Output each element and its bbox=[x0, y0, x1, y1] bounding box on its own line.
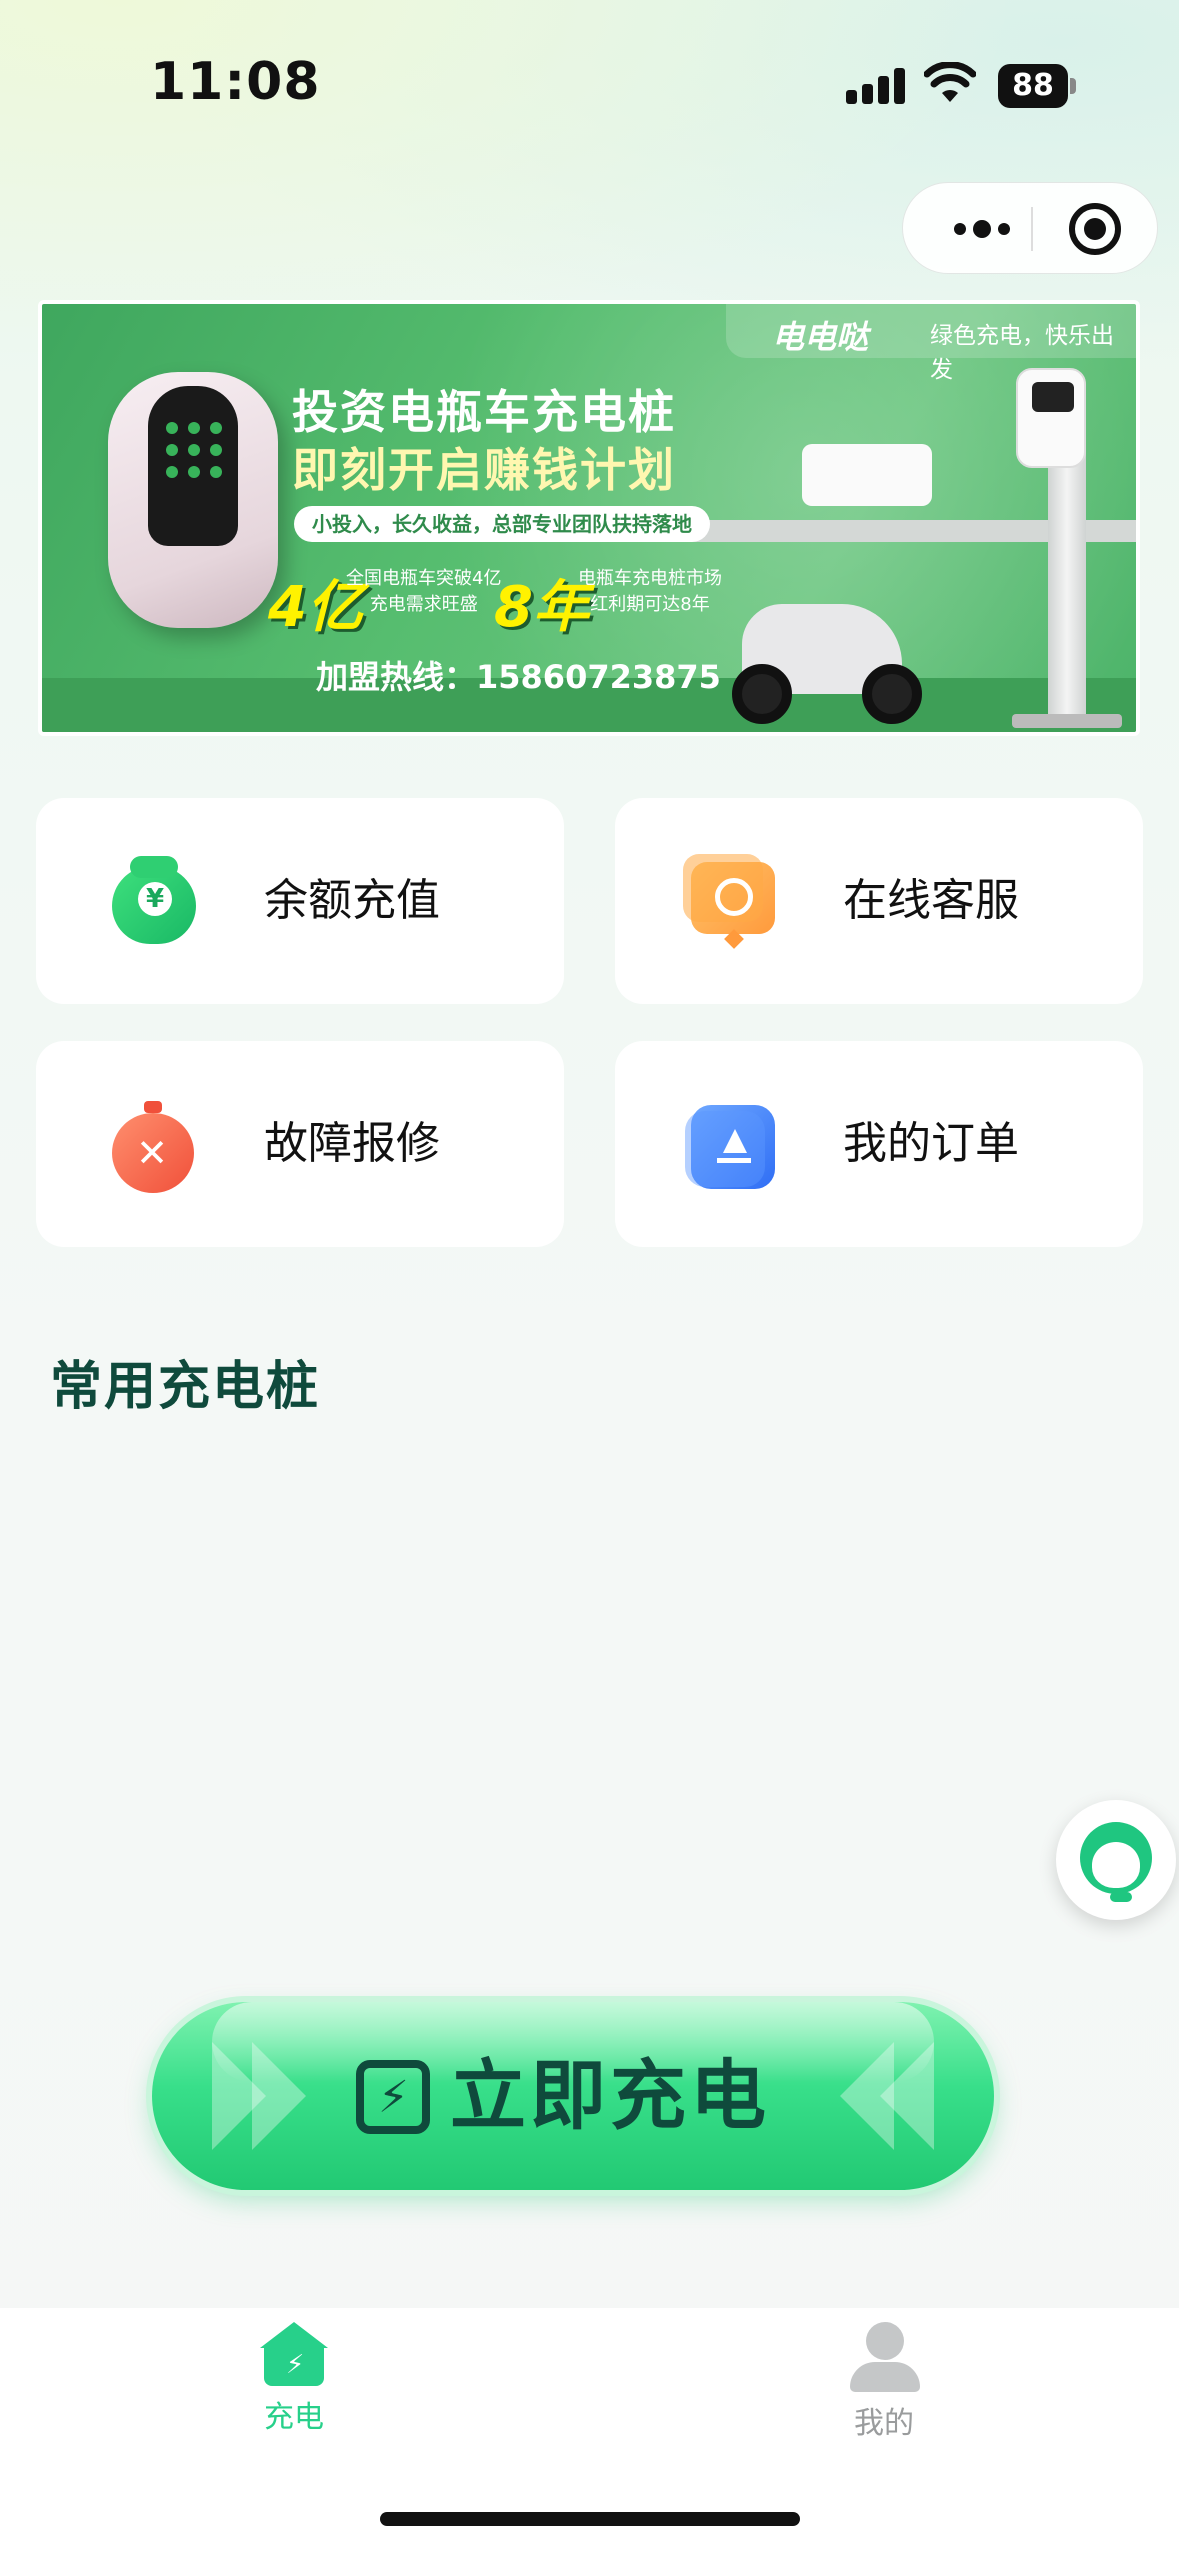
banner-headline-1: 投资电瓶车充电桩 bbox=[292, 385, 676, 439]
banner-charging-pole-image bbox=[1048, 424, 1086, 724]
charge-now-button[interactable]: ⚡ 立即充电 bbox=[152, 2002, 994, 2190]
money-bag-icon: ¥ bbox=[112, 856, 200, 946]
tab-charge-label: 充电 bbox=[264, 2400, 324, 2435]
card-balance-recharge[interactable]: ¥ 余额充值 bbox=[36, 798, 564, 1004]
order-document-icon bbox=[685, 1101, 779, 1189]
banner-stat-1-text: 全国电瓶车突破4亿 充电需求旺盛 bbox=[346, 568, 502, 615]
banner-stat-2-text: 电瓶车充电桩市场 红利期可达8年 bbox=[578, 568, 722, 615]
wifi-icon bbox=[924, 62, 976, 102]
scan-bolt-icon: ⚡ bbox=[356, 2060, 430, 2134]
miniprogram-capsule bbox=[902, 182, 1158, 274]
chat-service-icon bbox=[683, 854, 779, 946]
banner-charger-image bbox=[108, 372, 278, 628]
status-time: 11:08 bbox=[150, 52, 321, 112]
tab-mine-label: 我的 bbox=[854, 2406, 914, 2441]
banner-stat-2-value: 8年 bbox=[494, 575, 589, 640]
cellular-signal-icon bbox=[846, 66, 906, 104]
user-profile-icon bbox=[850, 2322, 920, 2392]
card-my-orders[interactable]: 我的订单 bbox=[615, 1041, 1143, 1247]
banner-brand: 电电哒 bbox=[772, 318, 869, 356]
close-miniprogram-button[interactable] bbox=[1069, 203, 1121, 255]
floating-customer-service-button[interactable] bbox=[1056, 1800, 1176, 1920]
card-online-service[interactable]: 在线客服 bbox=[615, 798, 1143, 1004]
card-label: 在线客服 bbox=[843, 875, 1019, 926]
card-label: 余额充值 bbox=[264, 875, 440, 926]
tab-charge[interactable]: ⚡ 充电 bbox=[194, 2322, 394, 2436]
promo-banner[interactable]: 电电哒 绿色充电，快乐出发 投资电瓶车充电桩 即刻开启赚钱计划 小投入，长久收益… bbox=[38, 300, 1140, 736]
banner-pill: 小投入，长久收益，总部专业团队扶持落地 bbox=[294, 506, 710, 542]
card-label: 故障报修 bbox=[264, 1118, 440, 1169]
home-indicator bbox=[380, 2512, 800, 2526]
banner-hotline: 加盟热线：15860723875 bbox=[316, 658, 721, 696]
tab-mine[interactable]: 我的 bbox=[784, 2322, 984, 2442]
battery-level: 88 bbox=[998, 64, 1068, 108]
card-fault-repair[interactable]: ✕ 故障报修 bbox=[36, 1041, 564, 1247]
charge-now-label: 立即充电 bbox=[450, 2051, 770, 2140]
banner-socket-image bbox=[802, 444, 932, 506]
section-title-frequent-chargers: 常用充电桩 bbox=[50, 1357, 321, 1417]
more-menu-button[interactable] bbox=[937, 183, 1027, 275]
home-bolt-icon: ⚡ bbox=[260, 2322, 328, 2386]
banner-headline-2: 即刻开启赚钱计划 bbox=[292, 443, 676, 497]
capsule-divider bbox=[1031, 207, 1033, 251]
card-label: 我的订单 bbox=[843, 1118, 1019, 1169]
repair-tools-icon: ✕ bbox=[112, 1101, 200, 1193]
battery-icon: 88 bbox=[998, 64, 1076, 108]
